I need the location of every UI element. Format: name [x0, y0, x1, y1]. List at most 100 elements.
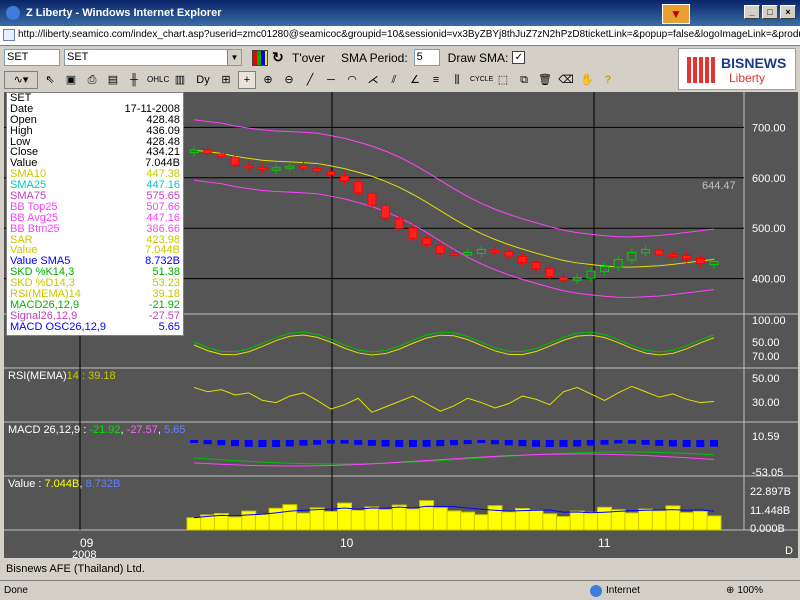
volume-bar [706, 515, 722, 531]
macd-osc-bar [436, 440, 445, 447]
zoom-out-icon[interactable]: ⊖ [280, 71, 298, 89]
macd-osc-bar [710, 440, 718, 447]
rsi-label: RSI(MEMA)14 : 39.18 [8, 370, 116, 382]
candle-body [326, 171, 336, 176]
copy-icon[interactable]: ⧉ [515, 71, 533, 89]
window-titlebar: Z Liberty - Windows Internet Explorer ▼ … [0, 0, 800, 26]
volume-bar [460, 511, 476, 531]
color-grid-icon[interactable] [252, 49, 268, 66]
volume-bar [282, 504, 298, 531]
x-axis-label: 10 [340, 536, 354, 550]
page-icon [3, 29, 15, 41]
macd-osc-bar [326, 440, 335, 444]
candle-body [613, 259, 623, 268]
save-icon[interactable]: ▣ [62, 71, 80, 89]
hand-icon[interactable]: ✋ [578, 71, 596, 89]
refresh-icon[interactable]: ↻ [272, 49, 286, 66]
bar-icon[interactable]: ▥ [171, 71, 189, 89]
macd-osc-bar [272, 440, 281, 447]
candle-body [312, 168, 322, 172]
volume-bar [186, 517, 202, 531]
trendline-icon[interactable]: ╱ [301, 71, 319, 89]
candle-body [463, 251, 473, 256]
indicator-icon[interactable]: ⊞ [217, 71, 235, 89]
candle-body [449, 252, 459, 256]
info-row: BB Btm25 386.66 [7, 223, 183, 235]
macd-osc-bar [668, 440, 677, 447]
chevron-down-icon[interactable]: ▼ [227, 50, 241, 65]
fib-icon[interactable]: ≡ [427, 71, 445, 89]
x-axis-year: 2008 [72, 549, 96, 558]
macd-tick-label: 10.59 [752, 431, 780, 443]
macd-osc-bar [367, 440, 376, 446]
info-label: High [10, 124, 33, 137]
ie-icon [6, 6, 20, 20]
volume-bar [378, 509, 394, 531]
trash-icon[interactable]: 🗑 [536, 71, 554, 89]
macd-osc-bar [586, 440, 595, 446]
candle-body [216, 153, 226, 158]
arc-icon[interactable]: ◠ [343, 71, 361, 89]
candle-body [203, 149, 213, 155]
line-style-icon[interactable]: ∿▾ [4, 71, 38, 89]
close-button[interactable]: × [780, 5, 796, 19]
period-icon[interactable]: Dy [192, 71, 214, 89]
fan-icon[interactable]: ⋌ [364, 71, 382, 89]
volume-bar [624, 512, 640, 531]
zoom-in-icon[interactable]: ⊕ [259, 71, 277, 89]
logo-mark [687, 57, 715, 83]
symbol-select[interactable]: SET ▼ [64, 49, 242, 66]
draw-sma-checkbox[interactable]: ✓ [512, 51, 526, 64]
macd-osc-bar [573, 440, 582, 447]
macd-osc-bar [258, 440, 267, 447]
help-icon[interactable]: ? [599, 71, 617, 89]
candle-body [641, 248, 651, 254]
angle-icon[interactable]: ∠ [406, 71, 424, 89]
zoom-icon: ⊕ [726, 585, 735, 596]
ohlc-icon[interactable]: OHLC [146, 71, 169, 89]
candle-body [367, 192, 377, 206]
cycle-icon[interactable]: CYCLE [469, 71, 493, 89]
cursor-icon[interactable]: ⇖ [41, 71, 59, 89]
candle-body [353, 181, 363, 194]
chart-area[interactable]: 700.00 600.00 500.00 400.00 100.00 50.00 70.00… [4, 92, 798, 558]
volume-bar [569, 510, 585, 531]
bisnews-logo: BISNEWS Liberty [678, 48, 796, 90]
info-box: SET Date 17-11-2008 Open 428.48 High 436.09 Low… [6, 92, 184, 336]
delete-all-icon[interactable]: ⌫ [557, 71, 575, 89]
candle-icon[interactable]: ╫ [125, 71, 143, 89]
volume-bar [227, 516, 243, 531]
hline-icon[interactable]: ─ [322, 71, 340, 89]
candle-body [394, 218, 404, 229]
company-footer: Bisnews AFE (Thailand) Ltd. [0, 560, 800, 580]
sma-period-input[interactable]: 5 [413, 49, 440, 66]
candle-body [285, 165, 295, 169]
tools-toolbar: ∿▾ ⇖ ▣ ⎙ ▤ ╫ OHLC ▥ Dy ⊞ + ⊕ ⊖ ╱ ─ ◠ ⋌ ⫽… [0, 69, 680, 91]
chart-type-icon[interactable]: ▤ [104, 71, 122, 89]
print-icon[interactable]: ⎙ [83, 71, 101, 89]
fib-time-icon[interactable]: ⫼ [448, 71, 466, 89]
volume-bar [651, 510, 667, 531]
select-icon[interactable]: ⬚ [494, 71, 512, 89]
crosshair-icon[interactable]: + [238, 71, 256, 89]
macd-osc-bar [190, 440, 198, 443]
address-bar[interactable]: http://liberty.seamico.com/index_chart.a… [0, 26, 800, 46]
symbol-box[interactable]: SET [4, 49, 60, 66]
minimize-button[interactable]: _ [744, 5, 760, 19]
macd-osc-bar [627, 440, 636, 444]
candle-body [709, 261, 719, 266]
download-arrow-icon[interactable]: ▼ [662, 4, 690, 24]
volume-bar [241, 510, 257, 531]
skd-tick-label: 70.00 [752, 351, 780, 363]
volume-bar [309, 507, 325, 531]
macd-osc-bar [532, 440, 541, 447]
maximize-button[interactable]: □ [762, 5, 778, 19]
zoom-level[interactable]: 100% [737, 585, 763, 596]
candle-body [490, 249, 500, 253]
candle-body [230, 157, 240, 166]
volume-tick-label: 0.000B [750, 523, 785, 535]
candle-body [682, 254, 692, 260]
channel-icon[interactable]: ⫽ [385, 71, 403, 89]
candle-body [600, 266, 610, 273]
macd-osc-bar [231, 440, 240, 447]
